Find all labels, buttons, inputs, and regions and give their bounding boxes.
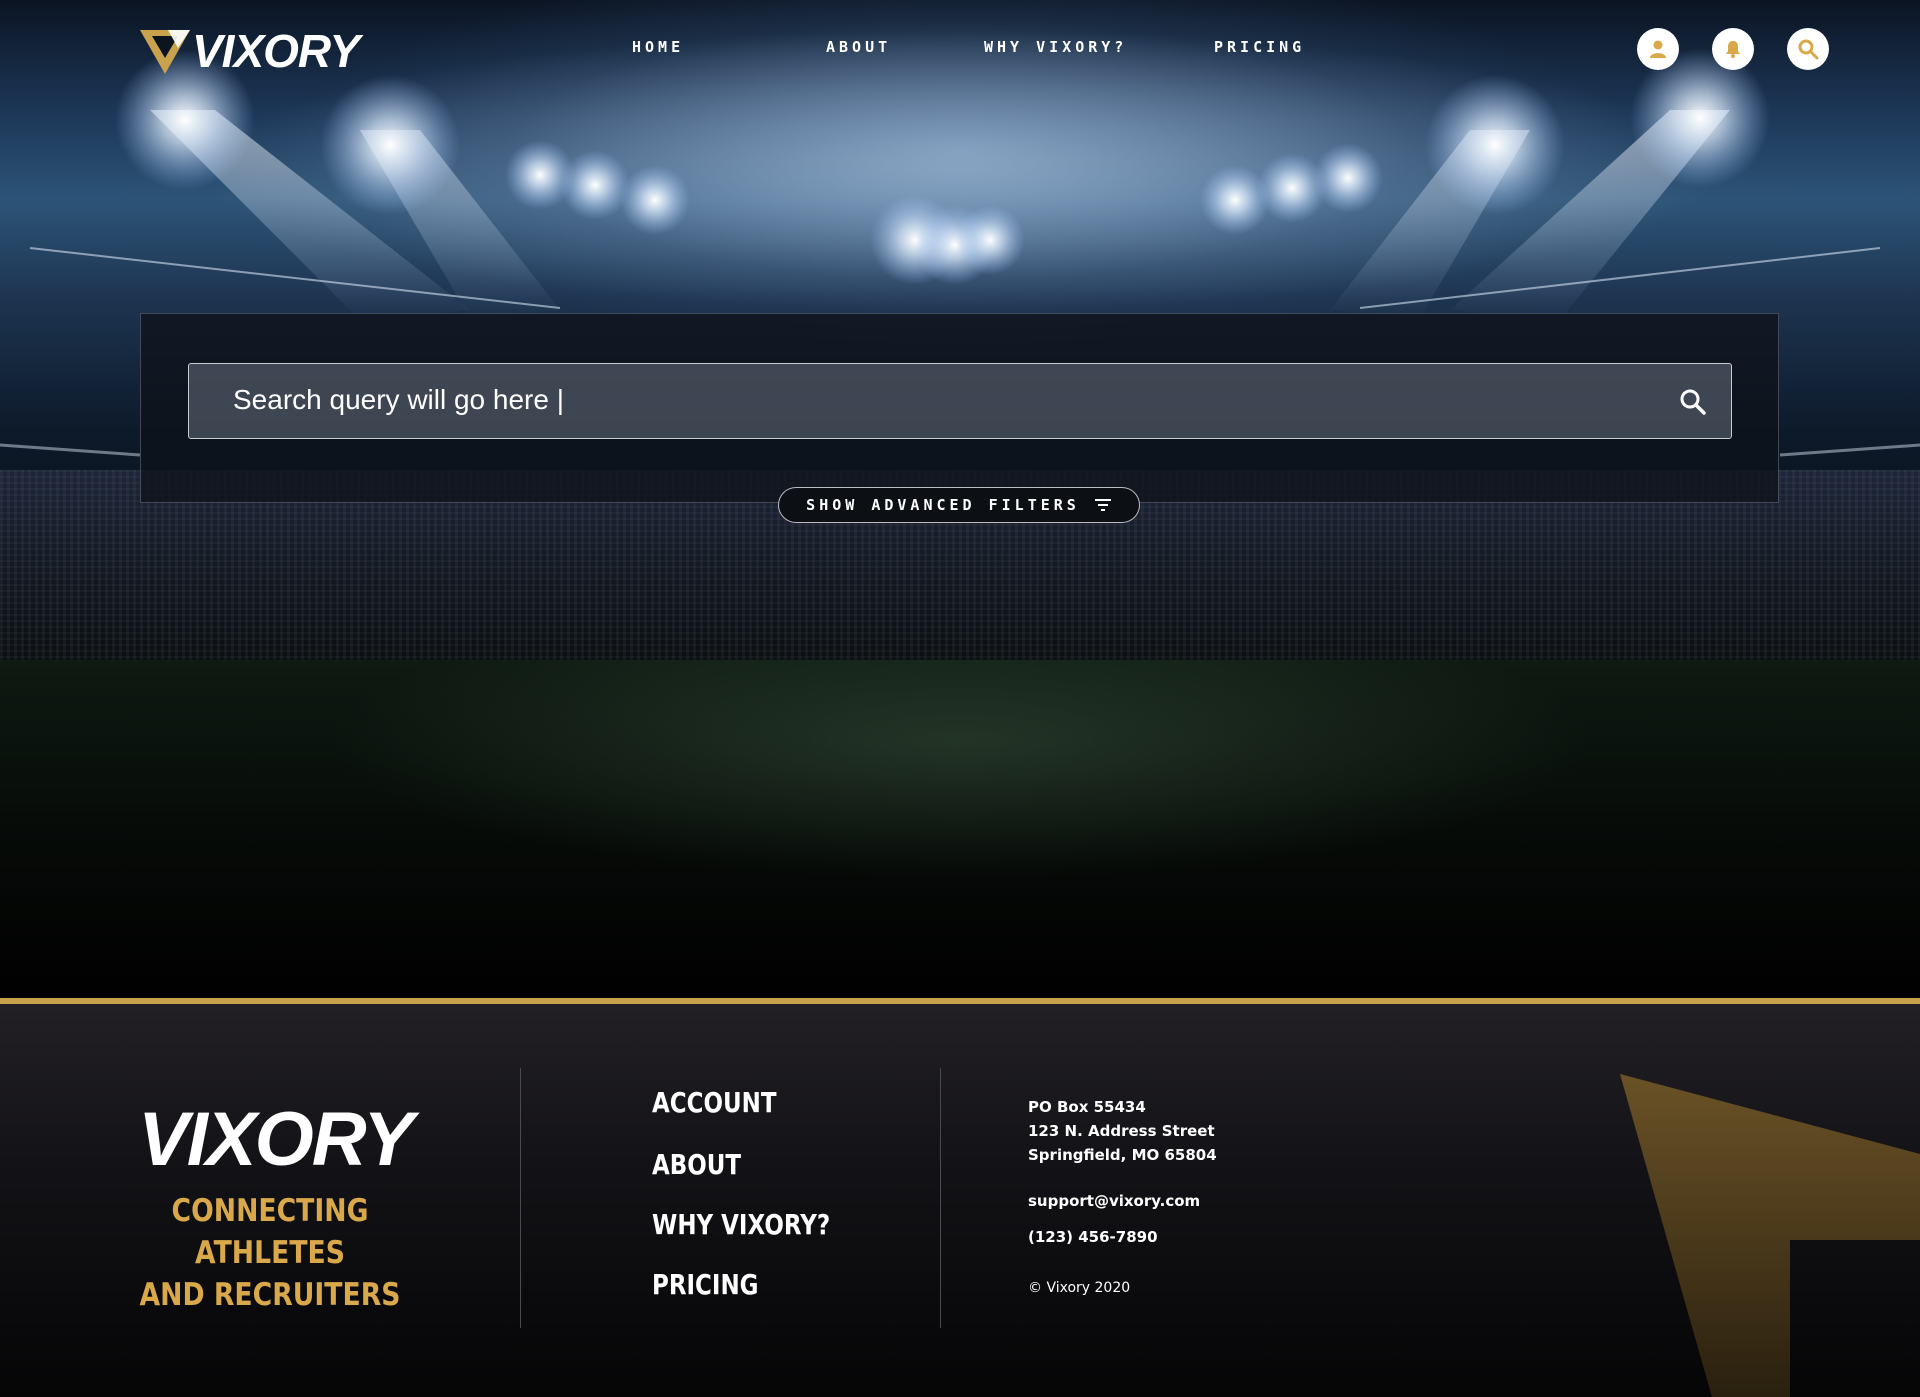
logo[interactable]: VIXORY: [138, 25, 360, 77]
nav-item-about[interactable]: ABOUT: [826, 38, 891, 56]
logo-chevron-icon: [140, 30, 190, 74]
site-footer: VIXORY CONNECTING ATHLETES AND RECRUITER…: [0, 1004, 1920, 1397]
user-icon: [1650, 40, 1666, 58]
phone-number[interactable]: (123) 456-7890: [1028, 1228, 1158, 1246]
address-line-1: PO Box 55434: [1028, 1098, 1146, 1116]
search-query-text: Search query will go here |: [233, 384, 564, 415]
stadium-field: [0, 660, 1920, 1000]
footer-link-account[interactable]: ACCOUNT: [652, 1086, 777, 1119]
show-advanced-filters-button[interactable]: SHOW ADVANCED FILTERS: [778, 487, 1140, 523]
site-header: VIXORY HOME ABOUT WHY VIXORY? PRICING: [0, 0, 1920, 100]
support-email-link[interactable]: support@vixory.com: [1028, 1192, 1200, 1210]
address-line-2: 123 N. Address Street: [1028, 1122, 1215, 1140]
nav-item-pricing[interactable]: PRICING: [1214, 38, 1305, 56]
notifications-button[interactable]: [1712, 28, 1754, 70]
footer-link-about[interactable]: ABOUT: [652, 1148, 741, 1181]
search-input[interactable]: Search query will go here |: [188, 363, 1732, 439]
nav-item-why-vixory[interactable]: WHY VIXORY?: [984, 38, 1127, 56]
filter-icon: [1094, 499, 1111, 511]
account-button[interactable]: [1637, 28, 1679, 70]
bell-icon: [1726, 41, 1740, 58]
search-submit-icon[interactable]: [1677, 386, 1709, 418]
nav-item-home[interactable]: HOME: [632, 38, 684, 56]
copyright: © Vixory 2020: [1028, 1280, 1131, 1296]
header-search-button[interactable]: [1787, 28, 1829, 70]
filters-label: SHOW ADVANCED FILTERS: [806, 496, 1080, 514]
tagline-line-1: CONNECTING ATHLETES: [171, 1193, 369, 1271]
footer-logo[interactable]: VIXORY: [120, 1100, 430, 1180]
search-icon: [1798, 39, 1819, 60]
footer-divider-left: [520, 1068, 521, 1328]
footer-tagline: CONNECTING ATHLETES AND RECRUITERS: [124, 1190, 416, 1316]
address-line-3: Springfield, MO 65804: [1028, 1146, 1217, 1164]
footer-link-why-vixory[interactable]: WHY VIXORY?: [652, 1208, 830, 1241]
tagline-line-2: AND RECRUITERS: [139, 1277, 401, 1313]
logo-text: VIXORY: [192, 25, 360, 77]
footer-divider-right: [940, 1068, 941, 1328]
footer-link-pricing[interactable]: PRICING: [652, 1268, 759, 1301]
